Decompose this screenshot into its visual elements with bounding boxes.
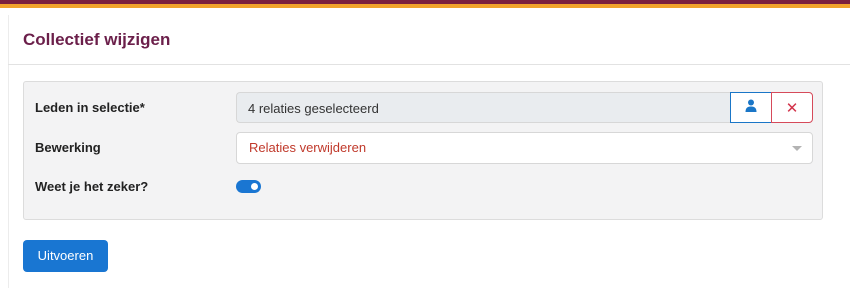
submit-button[interactable]: Uitvoeren — [23, 240, 108, 272]
members-label: Leden in selectie* — [35, 100, 145, 115]
members-selection-field: 4 relaties geselecteerd — [236, 92, 730, 123]
confirm-label: Weet je het zeker? — [35, 179, 149, 194]
toggle-knob — [251, 183, 258, 190]
operation-select[interactable]: Relaties verwijderen — [236, 132, 813, 164]
stripe-spacer — [0, 8, 850, 15]
page-title: Collectief wijzigen — [23, 30, 171, 49]
chevron-down-icon — [792, 146, 802, 151]
person-icon — [745, 99, 757, 117]
header-divider — [8, 64, 850, 65]
card-left-border — [8, 15, 9, 288]
select-members-button[interactable] — [730, 92, 772, 123]
form-panel: Leden in selectie* 4 relaties geselectee… — [23, 81, 823, 220]
close-icon: ✕ — [785, 99, 799, 117]
clear-selection-button[interactable]: ✕ — [771, 92, 813, 123]
confirm-toggle[interactable] — [236, 180, 261, 193]
operation-label: Bewerking — [35, 140, 101, 155]
operation-selected-value: Relaties verwijderen — [249, 140, 367, 155]
